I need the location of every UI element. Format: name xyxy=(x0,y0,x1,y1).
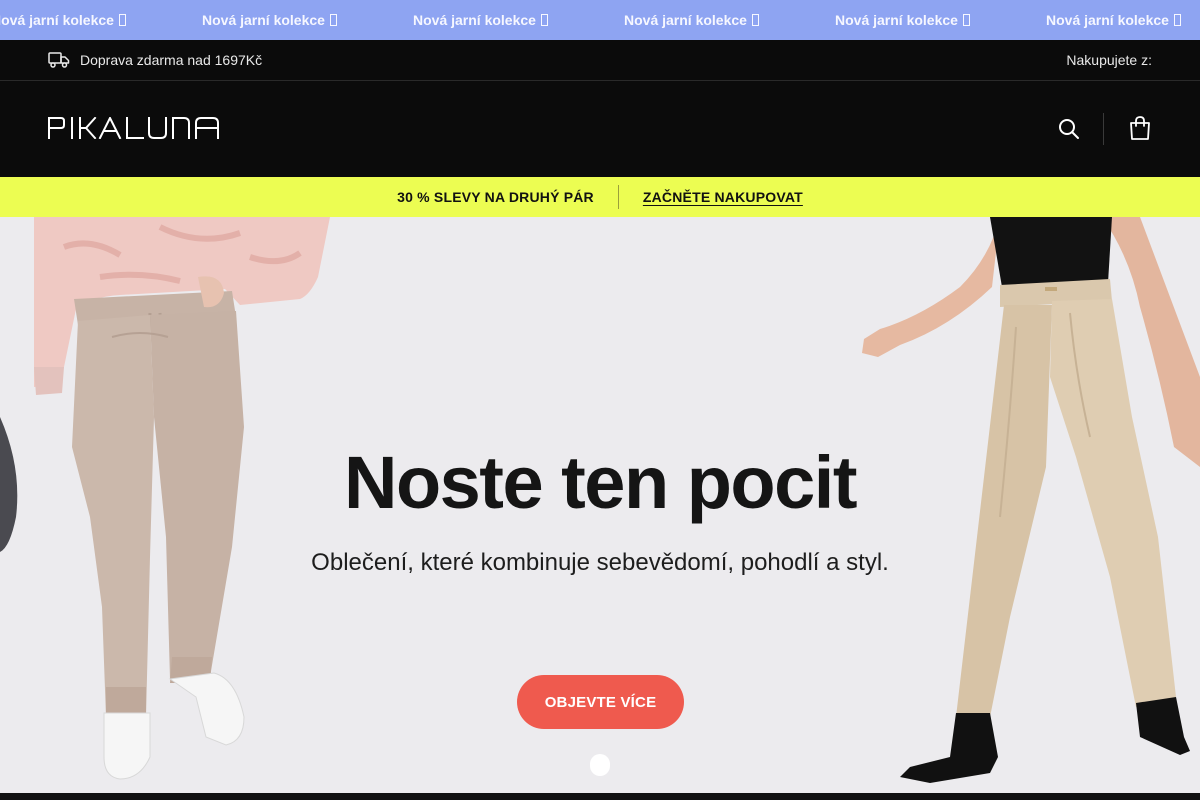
promo-divider xyxy=(617,185,619,209)
logo-text: PIKALUNA xyxy=(220,117,221,118)
marquee-item: Nová jarní kolekce xyxy=(202,12,413,28)
missing-glyph-icon xyxy=(118,14,126,26)
hero-title: Noste ten pocit xyxy=(344,441,857,524)
marquee-item-text: Nová jarní kolekce xyxy=(0,12,114,28)
marquee-item-text: Nová jarní kolekce xyxy=(624,12,747,28)
promo-bar: 30 % SLEVY NA DRUHÝ PÁR ZAČNĚTE NAKUPOVA… xyxy=(0,177,1200,217)
missing-glyph-icon xyxy=(1173,14,1181,26)
explore-more-button[interactable]: OBJEVTE VÍCE xyxy=(517,675,684,729)
free-shipping-text: Doprava zdarma nad 1697Kč xyxy=(80,52,263,68)
hero-subtitle: Oblečení, které kombinuje sebevědomí, po… xyxy=(311,549,889,576)
marquee-item-text: Nová jarní kolekce xyxy=(202,12,325,28)
promo-text: 30 % SLEVY NA DRUHÝ PÁR xyxy=(397,189,594,205)
marquee-item-text: Nová jarní kolekce xyxy=(413,12,536,28)
site-header: PIKALUNA xyxy=(0,81,1200,177)
carousel-dot-active[interactable] xyxy=(590,754,610,776)
pikaluna-logo xyxy=(48,115,219,140)
brand-logo[interactable]: PIKALUNA xyxy=(48,115,221,144)
bottom-edge xyxy=(0,793,1200,800)
country-selector[interactable]: Nakupujete z: xyxy=(1066,40,1152,80)
hero-banner: Noste ten pocit Oblečení, které kombinuj… xyxy=(0,217,1200,793)
marquee-item: Nová jarní kolekce xyxy=(624,12,835,28)
marquee-item-text: Nová jarní kolekce xyxy=(835,12,958,28)
missing-glyph-icon xyxy=(329,14,337,26)
search-icon xyxy=(1059,119,1079,139)
marquee-item: Nová jarní kolekce xyxy=(413,12,624,28)
country-selector-label: Nakupujete z: xyxy=(1066,52,1152,68)
start-shopping-link[interactable]: ZAČNĚTE NAKUPOVAT xyxy=(643,189,803,205)
announcement-marquee: Nová jarní kolekce Nová jarní kolekce No… xyxy=(0,0,1200,40)
missing-glyph-icon xyxy=(540,14,548,26)
missing-glyph-icon xyxy=(751,14,759,26)
marquee-item-text: Nová jarní kolekce xyxy=(1046,12,1169,28)
header-divider xyxy=(1103,113,1104,145)
shopping-bag-icon xyxy=(1130,116,1150,140)
missing-glyph-icon xyxy=(962,14,970,26)
cart-button[interactable] xyxy=(1128,115,1152,141)
info-bar: Doprava zdarma nad 1697Kč Nakupujete z: xyxy=(0,40,1200,81)
marquee-item: Nová jarní kolekce xyxy=(0,12,202,28)
marquee-item: Nová jarní kolekce xyxy=(835,12,1046,28)
truck-icon xyxy=(48,52,70,68)
free-shipping-notice: Doprava zdarma nad 1697Kč xyxy=(48,40,262,80)
marquee-track: Nová jarní kolekce Nová jarní kolekce No… xyxy=(0,0,1200,40)
marquee-item: Nová jarní kolekce xyxy=(1046,12,1200,28)
search-button[interactable] xyxy=(1057,117,1081,141)
